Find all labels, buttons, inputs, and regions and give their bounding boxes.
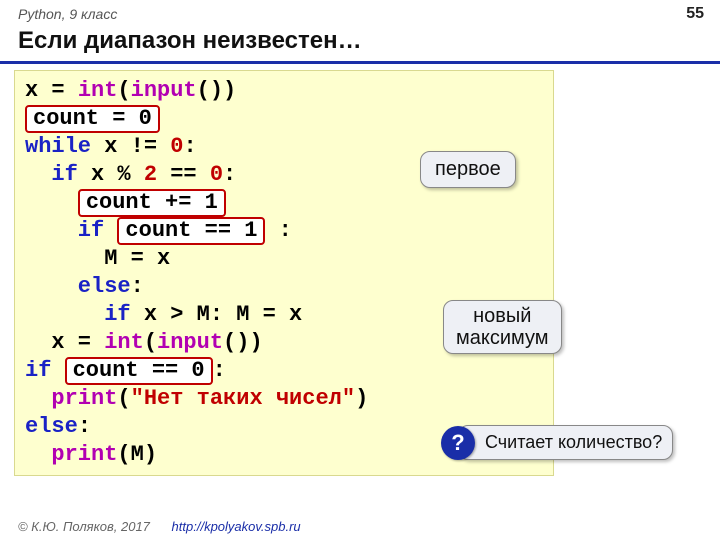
code-line: else: [25, 273, 543, 301]
callout-max-line2: максимум [456, 327, 549, 349]
highlight-count-inc: count += 1 [78, 189, 226, 217]
question-mark-icon: ? [441, 426, 475, 460]
slide-footer: © К.Ю. Поляков, 2017 http://kpolyakov.sp… [18, 519, 301, 534]
copyright: © К.Ю. Поляков, 2017 [18, 519, 150, 534]
callout-question: ? Считает количество? [458, 425, 673, 460]
callout-first: первое [420, 151, 516, 188]
slide-header: Python, 9 класс 55 [0, 0, 720, 25]
callout-new-max: новый максимум [443, 300, 562, 354]
highlight-count-eq0: count == 0 [65, 357, 213, 385]
code-line: count += 1 [25, 189, 543, 217]
callout-first-text: первое [435, 158, 501, 180]
code-line: print("Нет таких чисел") [25, 385, 543, 413]
callout-question-text: Считает количество? [485, 432, 662, 452]
code-line: M = x [25, 245, 543, 273]
highlight-count-eq1: count == 1 [117, 217, 265, 245]
code-line: if count == 0: [25, 357, 543, 385]
footer-url: http://kpolyakov.spb.ru [172, 519, 301, 534]
code-block: x = int(input()) count = 0 while x != 0:… [14, 70, 554, 476]
highlight-count-init: count = 0 [25, 105, 160, 133]
callout-max-line1: новый [456, 305, 549, 327]
course-label: Python, 9 класс [18, 6, 117, 22]
page-number: 55 [686, 5, 704, 23]
code-line: x = int(input()) [25, 77, 543, 105]
code-line: if count == 1 : [25, 217, 543, 245]
title-rule [0, 61, 720, 64]
code-line: count = 0 [25, 105, 543, 133]
slide-title: Если диапазон неизвестен… [0, 25, 720, 61]
